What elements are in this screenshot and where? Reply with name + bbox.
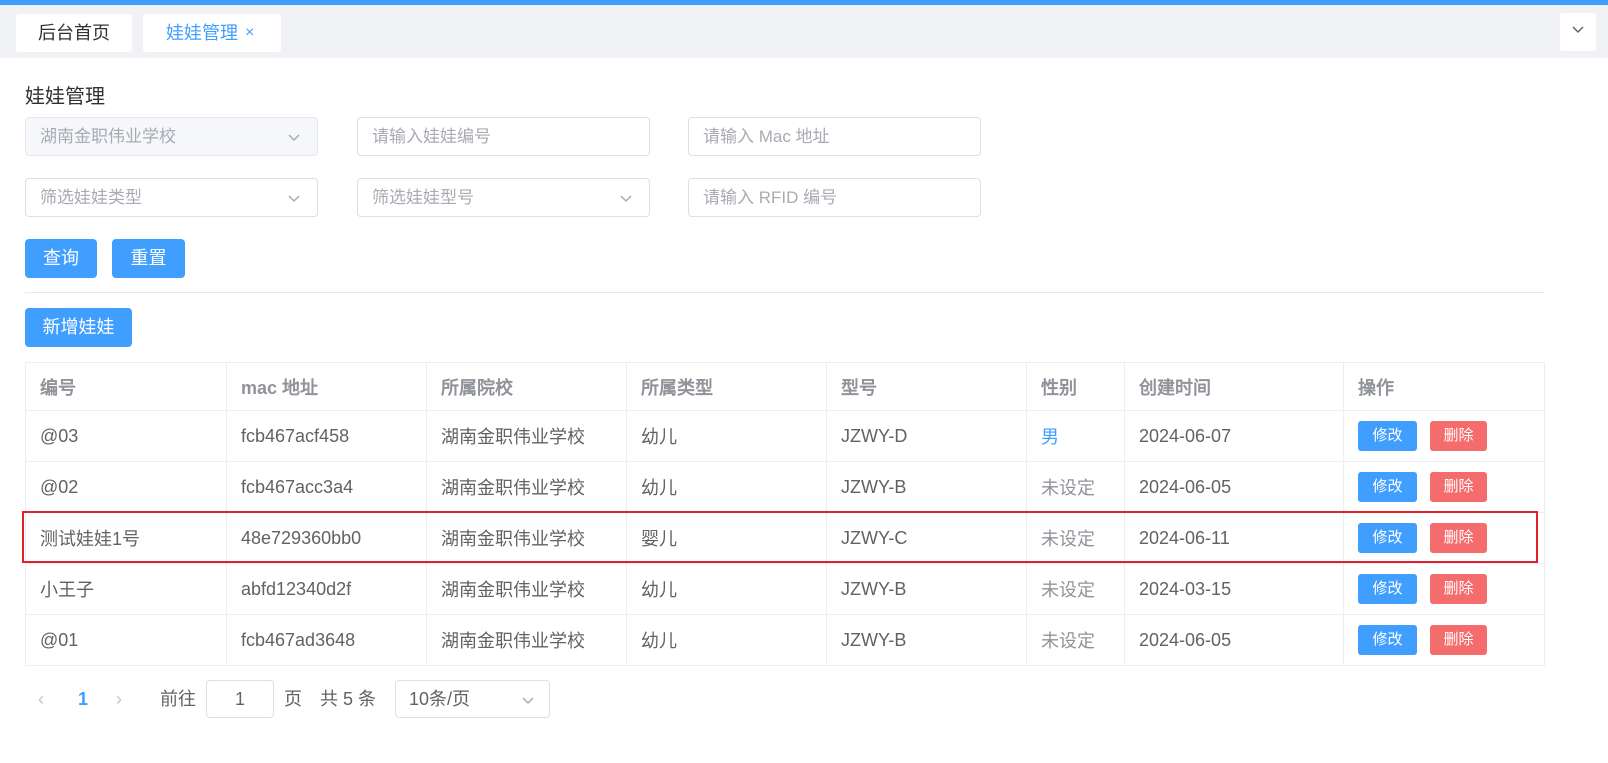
- delete-button[interactable]: 删除: [1430, 625, 1487, 655]
- edit-button[interactable]: 修改: [1358, 472, 1417, 502]
- cell-number: 小王子: [25, 563, 227, 615]
- doll-table: 编号 mac 地址 所属院校 所属类型 型号 性别 创建时间 操作 @03 fc…: [25, 362, 1545, 666]
- school-select[interactable]: 湖南金职伟业学校: [25, 117, 318, 156]
- doll-model-select[interactable]: 筛选娃娃型号: [357, 178, 650, 217]
- edit-button[interactable]: 修改: [1358, 523, 1417, 553]
- tab-bar: 后台首页 娃娃管理 ×: [0, 5, 1608, 58]
- tab-menu-button[interactable]: [1560, 13, 1596, 51]
- cell-created: 2024-06-05: [1124, 461, 1344, 513]
- column-header: 操作: [1343, 362, 1545, 411]
- cell-actions: 修改 删除: [1343, 614, 1545, 666]
- divider: [25, 292, 1544, 293]
- goto-label: 前往: [160, 689, 196, 709]
- column-header: 创建时间: [1124, 362, 1344, 411]
- edit-button[interactable]: 修改: [1358, 421, 1417, 451]
- delete-button[interactable]: 删除: [1430, 472, 1487, 502]
- doll-type-placeholder: 筛选娃娃类型: [40, 188, 142, 207]
- query-button[interactable]: 查询: [25, 239, 97, 278]
- school-select-value: 湖南金职伟业学校: [40, 127, 176, 146]
- column-header: mac 地址: [226, 362, 427, 411]
- reset-button[interactable]: 重置: [112, 239, 185, 278]
- page-unit-label: 页: [284, 689, 302, 709]
- tab-home[interactable]: 后台首页: [16, 14, 132, 52]
- chevron-down-icon: [287, 118, 301, 155]
- cell-school: 湖南金职伟业学校: [426, 614, 627, 666]
- doll-model-placeholder: 筛选娃娃型号: [372, 188, 474, 207]
- table-row: @01 fcb467ad3648 湖南金职伟业学校 幼儿 JZWY-B 未设定 …: [25, 614, 1545, 666]
- cell-gender: 未设定: [1026, 614, 1125, 666]
- cell-actions: 修改 删除: [1343, 512, 1545, 564]
- page-title: 娃娃管理: [25, 86, 105, 108]
- chevron-down-icon: [619, 179, 633, 216]
- edit-button[interactable]: 修改: [1358, 625, 1417, 655]
- cell-created: 2024-06-07: [1124, 410, 1344, 462]
- rfid-input[interactable]: 请输入 RFID 编号: [688, 178, 981, 217]
- cell-created: 2024-06-05: [1124, 614, 1344, 666]
- table-header-row: 编号 mac 地址 所属院校 所属类型 型号 性别 创建时间 操作: [25, 362, 1545, 411]
- goto-page-input[interactable]: 1: [206, 680, 274, 718]
- cell-gender: 未设定: [1026, 512, 1125, 564]
- delete-button[interactable]: 删除: [1430, 421, 1487, 451]
- close-icon[interactable]: ×: [245, 14, 254, 52]
- cell-actions: 修改 删除: [1343, 563, 1545, 615]
- doll-type-select[interactable]: 筛选娃娃类型: [25, 178, 318, 217]
- cell-school: 湖南金职伟业学校: [426, 563, 627, 615]
- cell-number: @01: [25, 614, 227, 666]
- delete-button[interactable]: 删除: [1430, 574, 1487, 604]
- cell-created: 2024-06-11: [1124, 512, 1344, 564]
- cell-created: 2024-03-15: [1124, 563, 1344, 615]
- total-count: 共 5 条: [320, 689, 377, 709]
- cell-model: JZWY-B: [826, 614, 1027, 666]
- edit-button[interactable]: 修改: [1358, 574, 1417, 604]
- cell-gender: 男: [1026, 410, 1125, 462]
- prev-page-button[interactable]: ‹: [38, 680, 44, 718]
- cell-type: 婴儿: [626, 512, 827, 564]
- column-header: 编号: [25, 362, 227, 411]
- doll-number-input[interactable]: 请输入娃娃编号: [357, 117, 650, 156]
- page-size-value: 10条/页: [409, 689, 471, 709]
- cell-actions: 修改 删除: [1343, 410, 1545, 462]
- cell-model: JZWY-B: [826, 563, 1027, 615]
- column-header: 所属类型: [626, 362, 827, 411]
- table-row: 测试娃娃1号 48e729360bb0 湖南金职伟业学校 婴儿 JZWY-C 未…: [25, 512, 1545, 564]
- table-row: @02 fcb467acc3a4 湖南金职伟业学校 幼儿 JZWY-B 未设定 …: [25, 461, 1545, 513]
- cell-model: JZWY-B: [826, 461, 1027, 513]
- cell-mac: fcb467ad3648: [226, 614, 427, 666]
- cell-type: 幼儿: [626, 614, 827, 666]
- cell-number: 测试娃娃1号: [25, 512, 227, 564]
- cell-type: 幼儿: [626, 461, 827, 513]
- tab-doll-management[interactable]: 娃娃管理 ×: [143, 14, 281, 52]
- cell-mac: fcb467acf458: [226, 410, 427, 462]
- cell-number: @02: [25, 461, 227, 513]
- delete-button[interactable]: 删除: [1430, 523, 1487, 553]
- cell-school: 湖南金职伟业学校: [426, 461, 627, 513]
- page-size-select[interactable]: 10条/页: [395, 680, 550, 718]
- table-row: 小王子 abfd12340d2f 湖南金职伟业学校 幼儿 JZWY-B 未设定 …: [25, 563, 1545, 615]
- column-header: 所属院校: [426, 362, 627, 411]
- cell-school: 湖南金职伟业学校: [426, 410, 627, 462]
- cell-gender: 未设定: [1026, 461, 1125, 513]
- page-number-current[interactable]: 1: [78, 680, 88, 718]
- cell-gender: 未设定: [1026, 563, 1125, 615]
- cell-mac: fcb467acc3a4: [226, 461, 427, 513]
- mac-address-input[interactable]: 请输入 Mac 地址: [688, 117, 981, 156]
- chevron-down-icon: [521, 681, 535, 717]
- chevron-down-icon: [1572, 26, 1584, 34]
- column-header: 型号: [826, 362, 1027, 411]
- column-header: 性别: [1026, 362, 1125, 411]
- cell-mac: 48e729360bb0: [226, 512, 427, 564]
- cell-number: @03: [25, 410, 227, 462]
- chevron-down-icon: [287, 179, 301, 216]
- cell-model: JZWY-D: [826, 410, 1027, 462]
- cell-actions: 修改 删除: [1343, 461, 1545, 513]
- next-page-button[interactable]: ›: [116, 680, 122, 718]
- table-row: @03 fcb467acf458 湖南金职伟业学校 幼儿 JZWY-D 男 20…: [25, 410, 1545, 462]
- cell-model: JZWY-C: [826, 512, 1027, 564]
- add-doll-button[interactable]: 新增娃娃: [25, 308, 132, 347]
- cell-type: 幼儿: [626, 563, 827, 615]
- cell-school: 湖南金职伟业学校: [426, 512, 627, 564]
- cell-mac: abfd12340d2f: [226, 563, 427, 615]
- cell-type: 幼儿: [626, 410, 827, 462]
- tab-label: 娃娃管理: [166, 23, 238, 43]
